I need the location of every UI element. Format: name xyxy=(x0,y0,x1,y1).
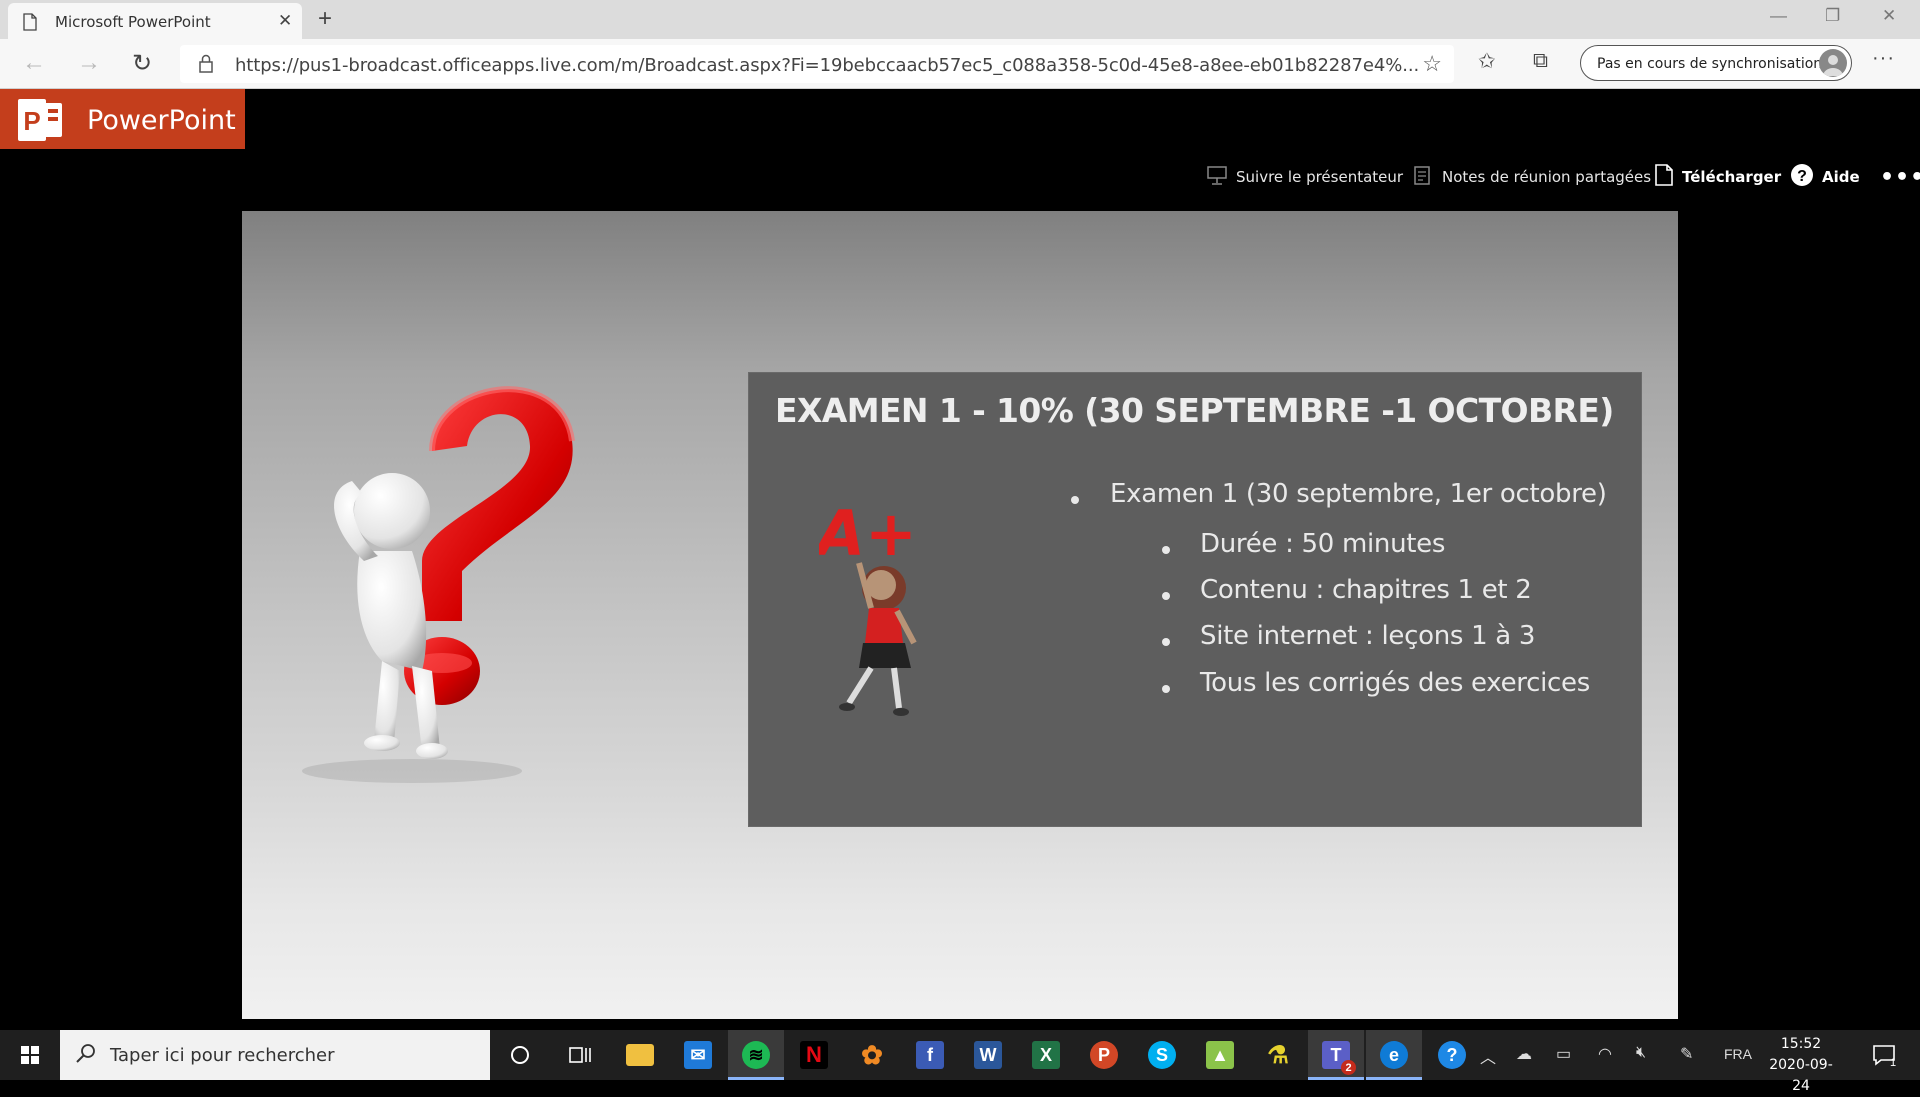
sub-bullet: Contenu : chapitres 1 et 2 xyxy=(1200,575,1532,605)
battery-icon[interactable]: ▭ xyxy=(1556,1044,1571,1064)
profile-sync-button[interactable]: Pas en cours de synchronisation xyxy=(1580,45,1852,81)
more-options-icon[interactable]: ••• xyxy=(1880,163,1920,191)
sub-bullet: Durée : 50 minutes xyxy=(1200,529,1446,559)
clock[interactable]: 15:52 2020-09-24 xyxy=(1766,1034,1836,1097)
flask-app-icon[interactable]: ⚗ xyxy=(1250,1030,1306,1080)
bullet-dot xyxy=(1162,685,1170,693)
help-icon: ? xyxy=(1790,163,1814,191)
facebook-icon[interactable]: f xyxy=(902,1030,958,1080)
sub-bullet: Tous les corrigés des exercices xyxy=(1200,668,1590,698)
download-label: Télécharger xyxy=(1682,168,1782,186)
tab-title: Microsoft PowerPoint xyxy=(55,13,211,31)
download-icon xyxy=(1654,163,1674,191)
show-hidden-icons-icon[interactable]: ︿ xyxy=(1480,1044,1496,1068)
bullet-dot xyxy=(1071,496,1079,504)
clock-time: 15:52 xyxy=(1780,1036,1822,1052)
browser-menu-icon[interactable]: ··· xyxy=(1872,47,1895,70)
url-text: https://pus1-broadcast.officeapps.live.c… xyxy=(235,55,1420,76)
teams-badge: 2 xyxy=(1341,1060,1356,1075)
restore-icon[interactable]: ❐ xyxy=(1825,6,1840,26)
svg-text:P: P xyxy=(23,106,40,136)
search-placeholder: Taper ici pour rechercher xyxy=(110,1045,335,1066)
address-bar-row: ← → ↻ https://pus1-broadcast.officeapps.… xyxy=(0,39,1920,89)
excel-icon[interactable]: X xyxy=(1018,1030,1074,1080)
taskbar-search-field[interactable]: Taper ici pour rechercher xyxy=(60,1030,490,1080)
avatar xyxy=(1819,49,1847,77)
sync-label: Pas en cours de synchronisation xyxy=(1597,56,1823,72)
bullet-main: Examen 1 (30 septembre, 1er octobre) xyxy=(1110,479,1607,509)
browser-tab-bar: Microsoft PowerPoint ✕ + — ❐ ✕ xyxy=(0,0,1920,39)
mail-icon[interactable]: ✉ xyxy=(670,1030,726,1080)
lock-icon xyxy=(198,54,214,79)
svg-text:?: ? xyxy=(1797,168,1807,185)
bullet-dot xyxy=(1162,546,1170,554)
taskbar: Taper ici pour rechercher ✉ ≋ N ✿ f W X … xyxy=(0,1030,1920,1094)
forward-icon[interactable]: → xyxy=(77,49,101,77)
bullet-dot xyxy=(1162,592,1170,600)
photos-icon[interactable]: ▲ xyxy=(1192,1030,1248,1080)
a-plus-student-image: A+ xyxy=(819,497,917,716)
volume-muted-icon[interactable]: 🔇︎ xyxy=(1636,1044,1646,1062)
shared-notes-button[interactable]: Notes de réunion partagées xyxy=(1412,163,1651,191)
close-tab-icon[interactable]: ✕ xyxy=(278,11,292,31)
back-icon[interactable]: ← xyxy=(22,49,46,77)
svg-text:A+: A+ xyxy=(819,497,917,570)
netflix-icon[interactable]: N xyxy=(786,1030,842,1080)
file-explorer-icon[interactable] xyxy=(612,1030,668,1080)
favorites-icon[interactable]: ✩ xyxy=(1478,49,1496,74)
collections-icon[interactable]: ⧉ xyxy=(1533,49,1548,73)
bullet-dot xyxy=(1162,638,1170,646)
favorite-star-icon[interactable]: ☆ xyxy=(1422,51,1442,77)
spotify-icon[interactable]: ≋ xyxy=(728,1030,784,1080)
word-icon[interactable]: W xyxy=(960,1030,1016,1080)
slide: EXAMEN 1 - 10% (30 SEPTEMBRE -1 OCTOBRE)… xyxy=(242,211,1678,1019)
skype-icon[interactable]: S xyxy=(1134,1030,1190,1080)
task-view-icon[interactable] xyxy=(552,1030,608,1080)
onedrive-icon[interactable]: ☁ xyxy=(1516,1044,1532,1064)
brand-name: PowerPoint xyxy=(87,105,236,136)
help-button[interactable]: ? Aide xyxy=(1790,163,1860,191)
powerpoint-logo-icon: P xyxy=(18,99,64,141)
slide-title: EXAMEN 1 - 10% (30 SEPTEMBRE -1 OCTOBRE) xyxy=(775,391,1614,430)
powerpoint-brand[interactable]: P PowerPoint xyxy=(0,89,245,149)
url-field[interactable]: https://pus1-broadcast.officeapps.live.c… xyxy=(180,45,1454,83)
presenter-icon xyxy=(1206,164,1228,190)
powerpoint-viewer: P PowerPoint Suivre le présentateur Note… xyxy=(0,89,1920,1030)
flower-app-icon[interactable]: ✿ xyxy=(844,1030,900,1080)
start-button[interactable] xyxy=(0,1030,60,1080)
powerpoint-taskbar-icon[interactable]: P xyxy=(1076,1030,1132,1080)
follow-presenter-label: Suivre le présentateur xyxy=(1236,168,1404,186)
teams-icon[interactable]: T 2 xyxy=(1308,1030,1364,1080)
new-tab-icon[interactable]: + xyxy=(318,5,332,33)
pen-icon[interactable]: ✎ xyxy=(1680,1044,1693,1064)
clock-date: 2020-09-24 xyxy=(1769,1057,1833,1094)
download-button[interactable]: Télécharger xyxy=(1654,163,1781,191)
follow-presenter-button[interactable]: Suivre le présentateur xyxy=(1206,163,1403,191)
refresh-icon[interactable]: ↻ xyxy=(132,49,152,78)
search-icon xyxy=(74,1042,98,1071)
notifications-icon[interactable]: 1 xyxy=(1856,1030,1912,1080)
minimize-icon[interactable]: — xyxy=(1770,6,1787,26)
help-label: Aide xyxy=(1822,168,1860,186)
edge-icon[interactable]: e xyxy=(1366,1030,1422,1080)
window-close-icon[interactable]: ✕ xyxy=(1882,6,1896,26)
notification-count: 1 xyxy=(1890,1057,1897,1069)
cortana-icon[interactable] xyxy=(492,1030,548,1080)
notes-icon xyxy=(1412,164,1434,190)
network-icon[interactable]: ◠ xyxy=(1598,1044,1612,1064)
help-app-icon[interactable]: ? xyxy=(1424,1030,1480,1080)
question-mark-figure-image xyxy=(302,386,575,783)
shared-notes-label: Notes de réunion partagées xyxy=(1442,168,1652,186)
language-indicator[interactable]: FRA xyxy=(1724,1046,1752,1062)
browser-tab[interactable]: Microsoft PowerPoint ✕ xyxy=(8,3,302,39)
sub-bullet: Site internet : leçons 1 à 3 xyxy=(1200,621,1536,651)
page-icon xyxy=(23,13,37,36)
windows-logo-icon xyxy=(21,1046,39,1064)
content-box: EXAMEN 1 - 10% (30 SEPTEMBRE -1 OCTOBRE)… xyxy=(748,372,1642,827)
